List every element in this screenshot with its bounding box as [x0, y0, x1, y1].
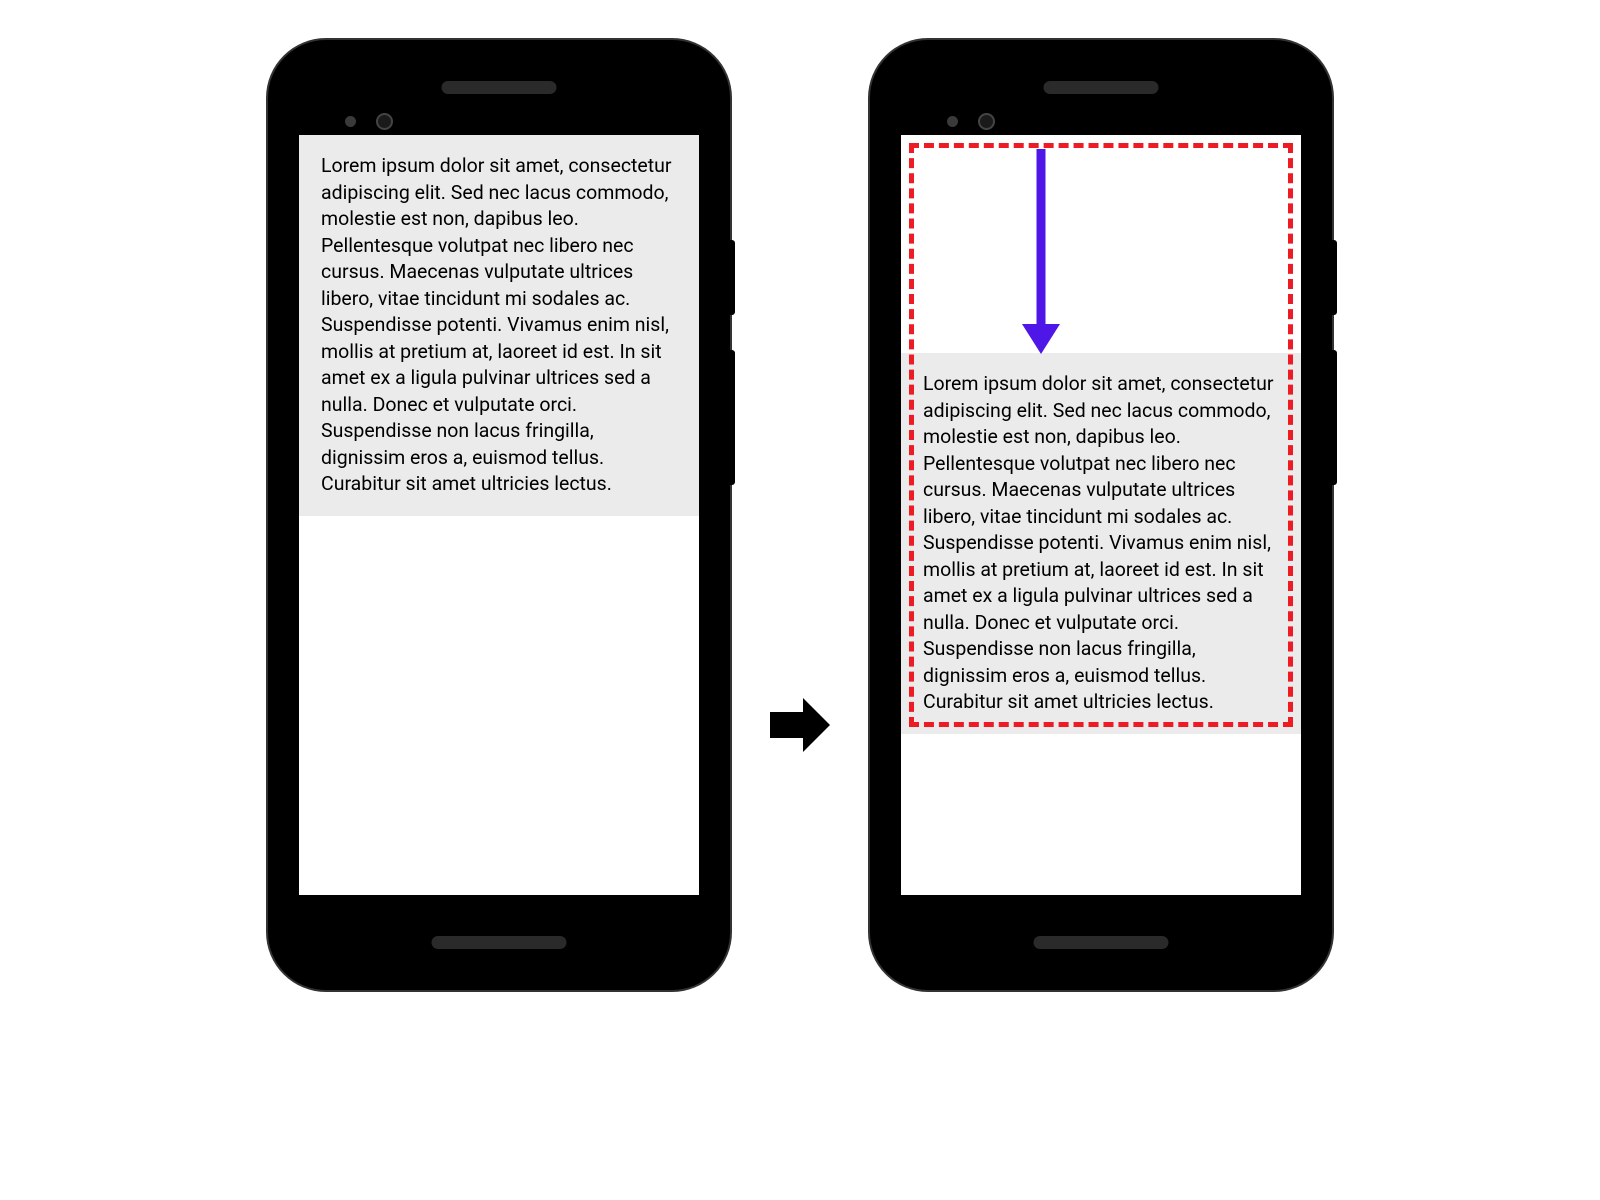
camera-dot-icon [376, 113, 393, 130]
sensor-dot-icon [345, 116, 356, 127]
diagram-container: Lorem ipsum dolor sit amet, consectetur … [268, 40, 1332, 990]
text-content-right: Lorem ipsum dolor sit amet, consectetur … [901, 353, 1301, 734]
power-button-icon [730, 240, 735, 315]
phone-right: Lorem ipsum dolor sit amet, consectetur … [870, 40, 1332, 990]
phone-frame-left: Lorem ipsum dolor sit amet, consectetur … [285, 57, 713, 973]
sensor-dot-icon [947, 116, 958, 127]
volume-button-icon [1332, 350, 1337, 485]
volume-button-icon [730, 350, 735, 485]
transition-arrow-icon [765, 690, 835, 760]
speaker-top-icon [442, 81, 557, 94]
scroll-down-arrow-icon [1016, 149, 1066, 363]
sensor-cluster [345, 113, 393, 130]
phone-frame-right: Lorem ipsum dolor sit amet, consectetur … [887, 57, 1315, 973]
power-button-icon [1332, 240, 1337, 315]
speaker-bottom-icon [432, 936, 567, 949]
camera-dot-icon [978, 113, 995, 130]
speaker-bottom-icon [1034, 936, 1169, 949]
speaker-top-icon [1044, 81, 1159, 94]
phone-left: Lorem ipsum dolor sit amet, consectetur … [268, 40, 730, 990]
screen-left: Lorem ipsum dolor sit amet, consectetur … [299, 135, 699, 895]
screen-right: Lorem ipsum dolor sit amet, consectetur … [901, 135, 1301, 895]
sensor-cluster [947, 113, 995, 130]
text-content-left: Lorem ipsum dolor sit amet, consectetur … [299, 135, 699, 516]
